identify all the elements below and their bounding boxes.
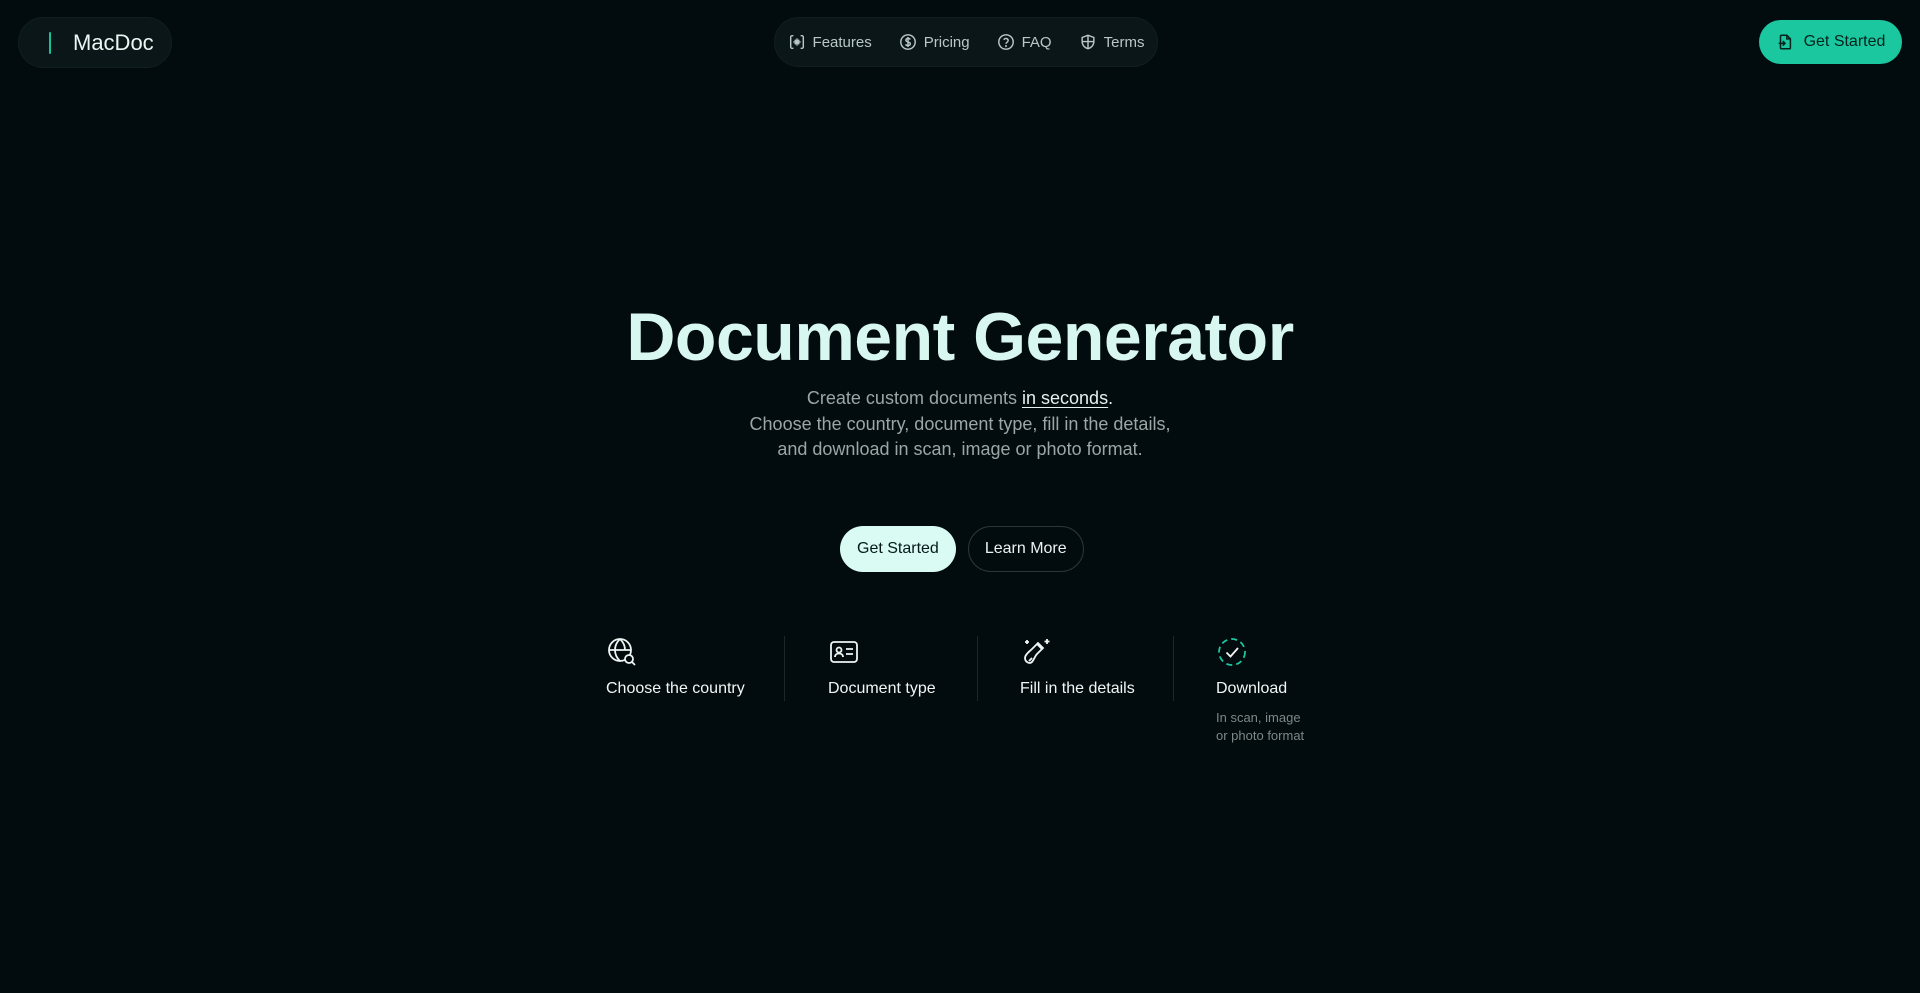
hero-line-1-text: Create custom documents — [806, 388, 1023, 408]
step-choose-country: Choose the country — [606, 636, 784, 745]
step-label: Choose the country — [606, 680, 745, 697]
nav-item-features[interactable]: Features — [788, 33, 872, 51]
steps-row: Choose the country Document type Fill in… — [606, 636, 1324, 745]
step-note: In scan, image or photo format — [1216, 709, 1316, 745]
nav-item-pricing[interactable]: Pricing — [899, 33, 970, 51]
globe-search-icon — [606, 636, 638, 668]
sparkle-bracket-icon — [789, 34, 804, 50]
file-import-icon — [1778, 34, 1791, 50]
hero-line-3: and download in scan, image or photo for… — [777, 439, 1143, 459]
get-started-button[interactable]: Get Started — [840, 526, 956, 572]
hero-line-2: Choose the country, document type, fill … — [749, 413, 1171, 434]
step-note-line-2: or photo format — [1216, 728, 1305, 743]
pen-sparkle-icon — [1020, 636, 1052, 668]
nav-item-terms[interactable]: Terms — [1079, 33, 1145, 51]
nav-label: FAQ — [1021, 33, 1052, 51]
hero-buttons: Get Started Learn More — [840, 526, 1084, 572]
nav-label: Terms — [1103, 33, 1145, 51]
learn-more-button[interactable]: Learn More — [967, 526, 1084, 572]
step-download: Download In scan, image or photo format — [1174, 636, 1324, 745]
nav-item-faq[interactable]: FAQ — [997, 33, 1052, 51]
header-get-started-button[interactable]: Get Started — [1759, 20, 1902, 64]
step-note-line-1: In scan, image — [1216, 710, 1301, 725]
page: MacDoc Features Pricing FAQ Terms Get St… — [0, 0, 1920, 993]
check-circle-dashed-icon — [1216, 636, 1248, 668]
hero-line-1-end: . — [1108, 388, 1114, 408]
step-label: Fill in the details — [1020, 680, 1135, 697]
hero-subtitle: Create custom documents in seconds. Choo… — [0, 386, 1920, 463]
hero-title: Document Generator — [626, 299, 1294, 375]
brand-logo[interactable]: MacDoc — [18, 17, 172, 68]
header-cta-label: Get Started — [1803, 33, 1886, 50]
nav-label: Pricing — [923, 33, 970, 51]
step-label: Document type — [828, 680, 936, 697]
step-fill-details: Fill in the details — [978, 636, 1173, 745]
step-label: Download — [1216, 680, 1288, 697]
main-nav: Features Pricing FAQ Terms — [774, 17, 1158, 67]
step-document-type: Document type — [785, 636, 977, 745]
shield-icon — [1081, 34, 1095, 50]
brand-name: MacDoc — [73, 29, 154, 55]
in-seconds-link[interactable]: in seconds — [1022, 388, 1108, 408]
question-circle-icon — [997, 34, 1014, 50]
nav-label: Features — [812, 33, 872, 51]
dollar-circle-icon — [899, 34, 916, 50]
id-card-icon — [828, 636, 860, 668]
hero-line-1: Create custom documents in seconds. — [0, 386, 1920, 412]
brand-bar-icon — [49, 31, 51, 54]
